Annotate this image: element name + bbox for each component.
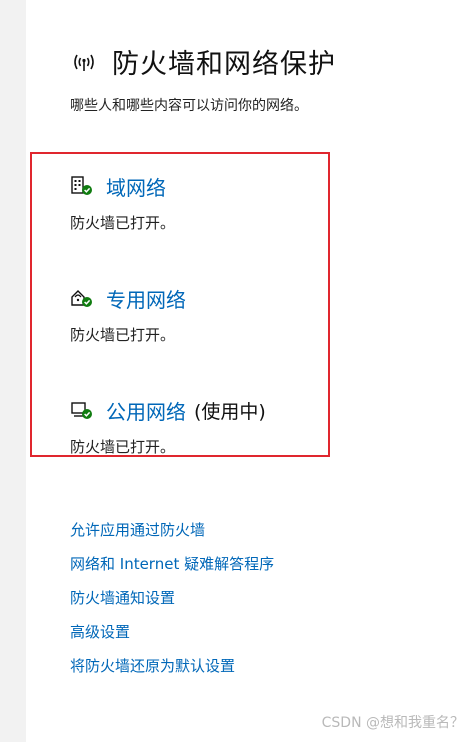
network-private-status: 防火墙已打开。 <box>70 326 176 344</box>
advanced-settings-link[interactable]: 高级设置 <box>70 621 274 655</box>
network-public: 公用网络 (使用中) 防火墙已打开。 <box>70 396 266 457</box>
nav-strip <box>0 0 26 742</box>
firewall-page: 防火墙和网络保护 哪些人和哪些内容可以访问你的网络。 域网络 防火墙已打开。 专… <box>0 0 474 742</box>
network-public-active-label: (使用中) <box>194 400 266 423</box>
public-network-icon <box>70 399 94 421</box>
page-title: 防火墙和网络保护 <box>112 49 336 80</box>
network-domain-link[interactable]: 域网络 <box>106 172 166 201</box>
page-header: 防火墙和网络保护 <box>70 42 336 81</box>
notification-settings-link[interactable]: 防火墙通知设置 <box>70 587 274 621</box>
network-private: 专用网络 防火墙已打开。 <box>70 284 186 345</box>
network-public-status: 防火墙已打开。 <box>70 438 176 456</box>
wifi-antenna-icon <box>70 48 98 76</box>
network-private-link[interactable]: 专用网络 <box>106 284 186 313</box>
private-network-icon <box>70 287 94 309</box>
network-domain-status: 防火墙已打开。 <box>70 214 176 232</box>
watermark: CSDN @想和我重名？ <box>321 715 464 731</box>
network-domain: 域网络 防火墙已打开。 <box>70 172 175 233</box>
restore-defaults-link[interactable]: 将防火墙还原为默认设置 <box>70 655 274 689</box>
settings-links: 允许应用通过防火墙 网络和 Internet 疑难解答程序 防火墙通知设置 高级… <box>70 519 274 689</box>
network-public-link[interactable]: 公用网络 <box>106 396 186 425</box>
troubleshooter-link[interactable]: 网络和 Internet 疑难解答程序 <box>70 553 274 587</box>
domain-network-icon <box>70 175 94 197</box>
page-subtitle: 哪些人和哪些内容可以访问你的网络。 <box>70 98 308 114</box>
allow-app-link[interactable]: 允许应用通过防火墙 <box>70 519 274 553</box>
